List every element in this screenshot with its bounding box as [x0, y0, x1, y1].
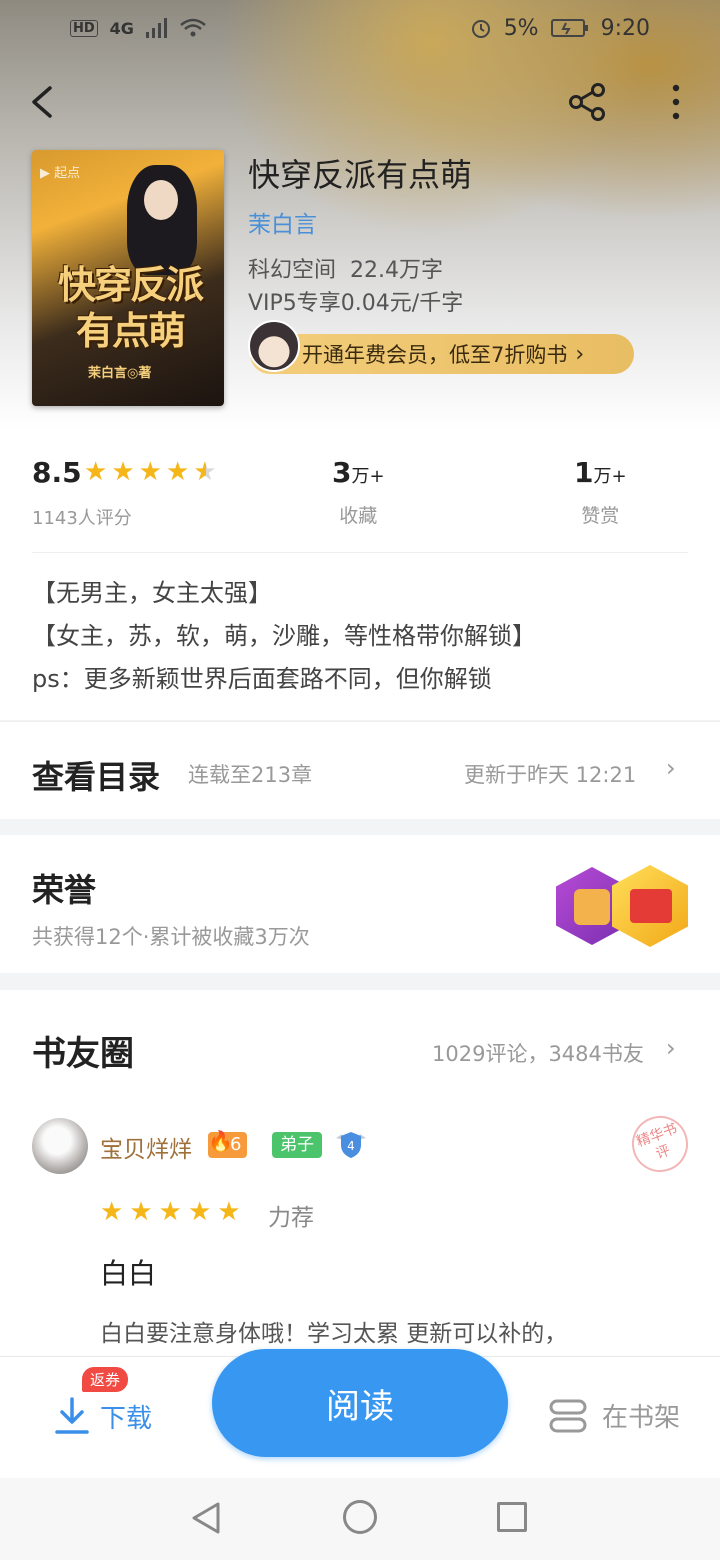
- description-line: 【女主，苏，软，萌，沙雕，等性格带你解锁】: [32, 622, 536, 650]
- status-bar: HD 4G 5% 9:20: [0, 0, 720, 56]
- star-icon: ★: [138, 457, 162, 487]
- on-shelf-button[interactable]: 在书架: [548, 1397, 680, 1434]
- download-label: 下载: [100, 1403, 153, 1434]
- star-icon: ★: [158, 1197, 182, 1227]
- star-icon: ★: [84, 457, 108, 487]
- book-circle-section: 书友圈 1029评论，3484书友 › 宝贝烊烊 6 弟子 4 精华书评 ★ ★…: [0, 990, 720, 1360]
- star-icon: ★: [100, 1197, 124, 1227]
- star-icon: ★: [187, 1197, 212, 1227]
- publisher-logo: ▶ 起点: [40, 166, 81, 181]
- coupon-badge: 返券: [82, 1367, 129, 1392]
- chevron-right-icon[interactable]: ›: [666, 1034, 676, 1062]
- cover-title-art: 快穿反派 有点萌: [57, 262, 204, 353]
- book-cover[interactable]: ▶ 起点 快穿反派 有点萌 茉白言◎著: [32, 150, 224, 406]
- hd-icon: HD: [70, 19, 98, 37]
- price-info: VIP5专享0.04元/千字: [248, 291, 464, 316]
- star-icon: ★: [217, 1197, 241, 1227]
- cover-figure-face: [144, 180, 178, 220]
- tips-stat[interactable]: 1万+ 赞赏: [574, 456, 627, 528]
- rating-stars: ★ ★ ★ ★ ★: [84, 458, 217, 486]
- description-line: 【无男主，女主太强】: [32, 579, 272, 607]
- honor-title: 荣誉: [32, 871, 97, 909]
- reviewer-name[interactable]: 宝贝烊烊: [100, 1130, 192, 1164]
- vip-promo-text: 开通年费会员，低至7折购书: [302, 343, 568, 367]
- tips-label: 赞赏: [581, 505, 620, 527]
- rating-score: 8.5: [32, 456, 82, 489]
- svg-text:4: 4: [347, 1139, 355, 1153]
- tips-number: 1: [574, 456, 594, 489]
- on-shelf-label: 在书架: [602, 1403, 681, 1433]
- wifi-icon: [180, 18, 206, 37]
- read-button[interactable]: 阅读: [212, 1349, 508, 1457]
- download-icon: [55, 1397, 89, 1434]
- cellular-icon: [145, 18, 167, 38]
- nav-recent-apps-icon[interactable]: [497, 1502, 527, 1532]
- category-and-words: 科幻空间 22.4万字: [248, 258, 443, 283]
- honor-summary: 共获得12个·累计被收藏3万次: [32, 925, 310, 949]
- cover-author-art: 茉白言◎著: [88, 366, 152, 381]
- chevron-right-icon: ›: [666, 754, 676, 782]
- chevron-right-icon: ›: [575, 341, 585, 367]
- star-icon: ★: [111, 457, 135, 487]
- catalog-progress: 连载至213章: [188, 763, 313, 787]
- favorites-number: 3: [332, 456, 352, 489]
- star-icon: ★: [165, 457, 190, 487]
- book-circle-title: 书友圈: [32, 1034, 134, 1074]
- review-body[interactable]: 白白要注意身体哦！学习太累 更新可以补的，: [100, 1314, 567, 1348]
- share-icon[interactable]: [566, 80, 610, 124]
- author-link[interactable]: 茉白言: [248, 205, 317, 239]
- tips-unit: 万+: [593, 466, 627, 487]
- book-circle-counts[interactable]: 1029评论，3484书友: [432, 1038, 644, 1068]
- rating-count: 1143人评分: [32, 508, 132, 529]
- review-headline[interactable]: 白白: [100, 1252, 156, 1292]
- favorites-stat: 3万+ 收藏: [332, 456, 385, 528]
- signal-icon: 4G: [109, 18, 134, 38]
- favorites-unit: 万+: [351, 466, 385, 487]
- review-recommend-label: 力荐: [268, 1205, 314, 1231]
- nav-home-icon[interactable]: [343, 1500, 377, 1534]
- battery-icon: [550, 19, 588, 37]
- book-stats-section: 8.5 ★ ★ ★ ★ ★ 1143人评分 3万+ 收藏 1万+ 赞赏 【无男主…: [0, 430, 720, 720]
- book-title: 快穿反派有点萌: [248, 156, 473, 194]
- reviewer-avatar[interactable]: [32, 1118, 88, 1174]
- vip-promo-banner[interactable]: 开通年费会员，低至7折购书 ›: [250, 334, 634, 374]
- system-nav-bar: [0, 1478, 720, 1560]
- bottom-action-bar: 下载 返券 阅读 在书架: [0, 1349, 720, 1478]
- catalog-title: 查看目录: [32, 758, 161, 796]
- role-badge: 弟子: [272, 1132, 322, 1158]
- back-arrow-icon[interactable]: [24, 80, 64, 124]
- catalog-row[interactable]: 查看目录 连载至213章 更新于昨天 12:21 ›: [0, 721, 720, 819]
- fire-level-badge: 6: [208, 1128, 248, 1158]
- top-nav: [0, 70, 720, 134]
- shield-level-icon: 4: [336, 1132, 366, 1158]
- more-options-icon[interactable]: [660, 80, 692, 124]
- clock: 9:20: [600, 15, 650, 41]
- description-line: ps：更多新颖世界后面套路不同，但你解锁: [32, 665, 492, 693]
- favorites-label: 收藏: [339, 505, 378, 527]
- battery-percent: 5%: [503, 15, 539, 41]
- catalog-updated: 更新于昨天 12:21: [464, 763, 637, 787]
- half-star-icon: ★: [193, 457, 217, 487]
- alarm-icon: [471, 20, 490, 38]
- honor-row[interactable]: 荣誉 共获得12个·累计被收藏3万次: [0, 835, 720, 973]
- divider: [32, 552, 688, 553]
- red-envelope-badge-icon: [612, 865, 688, 947]
- bookshelf-icon: [549, 1399, 587, 1432]
- nav-back-icon[interactable]: [188, 1500, 224, 1536]
- book-description[interactable]: 【无男主，女主太强】 【女主，苏，软，萌，沙雕，等性格带你解锁】 ps：更多新颖…: [32, 572, 536, 701]
- vip-avatar: [248, 320, 300, 372]
- star-icon: ★: [129, 1197, 153, 1227]
- download-button[interactable]: 下载: [54, 1397, 152, 1435]
- review-stars: ★ ★ ★ ★ ★: [100, 1198, 241, 1226]
- featured-review-stamp: 精华书评: [624, 1108, 696, 1180]
